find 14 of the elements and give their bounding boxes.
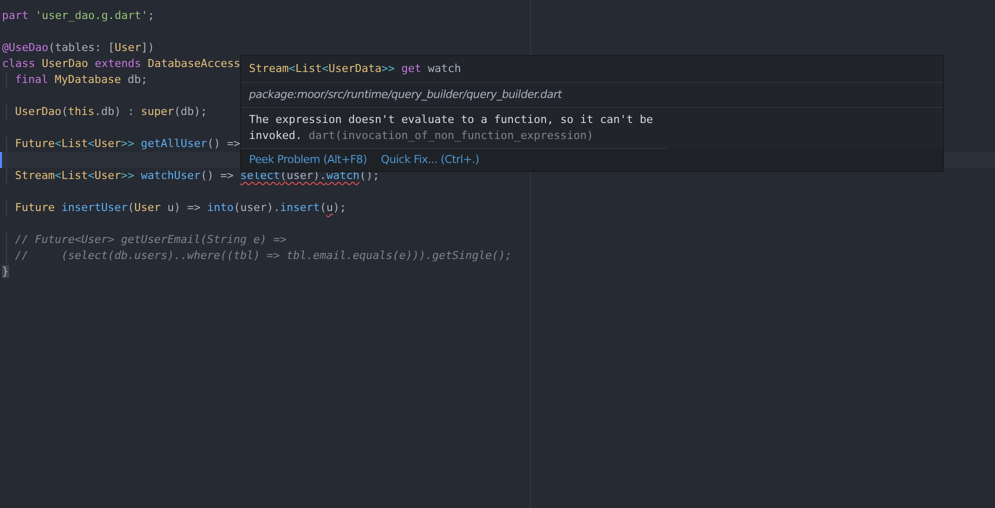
action-link[interactable]: Peek Problem (Alt+F8) [249, 152, 367, 168]
code-line: UserDao(this.db) : super(db); [15, 104, 208, 120]
code-line: // (select(db.users)..where((tbl) => tbl.email.equals(e))).getSingle(); [15, 248, 512, 264]
source-path: package:moor/src/runtime/query_builder/query_builder.dart [249, 88, 562, 101]
code-line: @UseDao(tables: [User]) [2, 40, 154, 56]
code-line: part 'user_dao.g.dart'; [2, 8, 154, 24]
signature-text: Stream<List<UserData>> get watch [249, 62, 461, 75]
code-line: final MyDatabase db; [15, 72, 148, 88]
code-line: Future insertUser(User u) => into(user).insert(u); [15, 200, 346, 216]
code-line: // Future<User> getUserEmail(String e) => [15, 232, 287, 248]
code-line: class UserDao extends DatabaseAccess [2, 56, 240, 72]
error-message: The expression doesn't evaluate to a function, so it can't be invoked. dart(invocation_of_non_function_expression) [249, 113, 653, 142]
action-link[interactable]: Quick Fix... (Ctrl+.) [380, 152, 480, 168]
code-line: Future<List<User>> getAllUser() => [15, 136, 240, 152]
